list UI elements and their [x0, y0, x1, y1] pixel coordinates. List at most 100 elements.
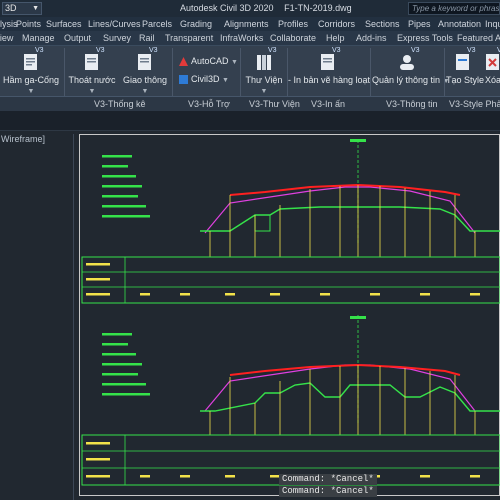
chevron-down-icon: ▼ — [88, 88, 96, 95]
ribbon-tab-row-2: View Manage Output Survey Rail Transpare… — [0, 31, 500, 46]
civil3d-button[interactable]: Civil3D ▼ — [178, 74, 229, 85]
print-document-icon — [321, 54, 334, 70]
tab-express-tools[interactable]: Express Tools — [397, 33, 453, 43]
tao-style-button[interactable]: Tạo Style V3 — [446, 47, 484, 85]
in-ban-ve-label: - In bản vẽ hàng loạt — [288, 75, 371, 85]
tab-add-ins[interactable]: Add-ins — [356, 33, 387, 43]
search-input[interactable]: Type a keyword or phrase — [408, 2, 500, 15]
section-1-notes — [102, 155, 150, 218]
workspace-dropdown[interactable]: 3D ▼ — [2, 2, 42, 15]
v3-badge: V3 — [35, 47, 44, 54]
section-2-station-label — [350, 316, 366, 319]
tab-output[interactable]: Output — [64, 33, 91, 43]
v3-badge: V3 — [332, 47, 341, 54]
thu-vien-label: Thư Viện — [245, 75, 283, 85]
library-icon — [257, 55, 271, 70]
app-name: Autodesk Civil 3D 2020 — [180, 3, 274, 13]
search-placeholder: Type a keyword or phrase — [412, 4, 500, 13]
tab-alignments[interactable]: Alignments — [224, 19, 269, 29]
v3-badge: V3 — [149, 47, 158, 54]
thu-vien-button[interactable]: Thư Viện ▼ V3 — [244, 47, 284, 95]
v3-document-icon — [138, 54, 151, 70]
tab-profiles[interactable]: Profiles — [278, 19, 308, 29]
tab-transparent[interactable]: Transparent — [165, 33, 213, 43]
thoat-nuoc-label: Thoát nước — [68, 75, 116, 85]
v3-badge: V3 — [96, 47, 105, 54]
v3-badge: V3 — [467, 47, 476, 54]
cross-section-sheet — [79, 134, 500, 496]
chevron-down-icon: ▼ — [27, 88, 35, 95]
section-1-station-ticks — [209, 185, 476, 257]
group-thu-vien: V3-Thư Viện — [249, 99, 300, 109]
style-icon — [456, 54, 469, 70]
tab-featured-apps[interactable]: Featured App — [457, 33, 500, 43]
group-style: V3-Style Phải C — [449, 99, 500, 109]
ribbon-group-labels: V3-Thống kê V3-Hỗ Trợ V3-Thư Viện V3-In … — [0, 96, 500, 111]
xoa-button[interactable]: Xóa V3 — [482, 47, 500, 85]
autocad-button[interactable]: AutoCAD ▼ — [178, 56, 238, 67]
v3-document-icon — [24, 54, 37, 70]
title-bar: 3D ▼ Autodesk Civil 3D 2020 F1-TN-2019.d… — [0, 0, 500, 17]
command-history-line-1: Command: *Cancel* — [279, 474, 377, 485]
tab-inquiry[interactable]: Inqu — [485, 19, 500, 29]
ham-ga-cong-button[interactable]: Hầm ga-Cống ▼ V3 — [2, 47, 60, 95]
chevron-down-icon: ▼ — [222, 77, 229, 84]
tab-survey[interactable]: Survey — [103, 33, 131, 43]
delete-style-icon — [486, 54, 499, 70]
chevron-down-icon: ▼ — [260, 88, 268, 95]
autocad-icon — [179, 57, 188, 67]
section-1-station-label — [350, 139, 366, 142]
visual-style-label[interactable]: Wireframe] — [1, 134, 45, 144]
section-1 — [81, 139, 500, 304]
civil3d-window: 3D ▼ Autodesk Civil 3D 2020 F1-TN-2019.d… — [0, 0, 500, 500]
thoat-nuoc-button[interactable]: Thoát nước ▼ V3 — [68, 47, 116, 95]
section-2-design-surface — [229, 363, 461, 376]
tab-annotation[interactable]: Annotation — [438, 19, 481, 29]
section-1-data-table — [81, 256, 500, 304]
tab-lines-curves[interactable]: Lines/Curves — [88, 19, 141, 29]
section-2-notes — [102, 333, 150, 396]
v3-document-icon — [85, 54, 98, 70]
section-1-trench — [254, 215, 271, 232]
ribbon-tab-row-1: lysis Points Surfaces Lines/Curves Parce… — [0, 17, 500, 31]
tab-points[interactable]: Points — [16, 19, 41, 29]
group-ho-tro: V3-Hỗ Trợ — [188, 99, 230, 109]
chevron-down-icon: ▼ — [141, 88, 149, 95]
chevron-down-icon: ▼ — [32, 5, 39, 12]
section-2 — [81, 315, 500, 486]
civil3d-icon — [179, 75, 188, 85]
tab-help[interactable]: Help — [326, 33, 345, 43]
command-history-line-2: Command: *Cancel* — [279, 486, 377, 497]
tab-rail[interactable]: Rail — [139, 33, 155, 43]
tab-pipes[interactable]: Pipes — [408, 19, 431, 29]
tab-corridors[interactable]: Corridors — [318, 19, 355, 29]
tab-sections[interactable]: Sections — [365, 19, 400, 29]
tab-manage[interactable]: Manage — [22, 33, 55, 43]
section-1-design-surface — [229, 183, 461, 196]
viewport-divider — [73, 134, 74, 500]
giao-thong-button[interactable]: Giao thông ▼ V3 — [120, 47, 170, 95]
group-thong-tin: V3-Thông tin — [386, 99, 438, 109]
tab-collaborate[interactable]: Collaborate — [270, 33, 316, 43]
tab-analysis[interactable]: lysis — [0, 19, 18, 29]
cross-section-drawing — [81, 139, 500, 486]
group-thong-ke: V3-Thống kê — [94, 99, 146, 109]
v3-badge: V3 — [268, 47, 277, 54]
tab-infraworks[interactable]: InfraWorks — [220, 33, 263, 43]
in-ban-ve-hang-loat-button[interactable]: - In bản vẽ hàng loạt V3 — [288, 47, 371, 85]
file-name: F1-TN-2019.dwg — [284, 3, 352, 13]
tab-view[interactable]: View — [0, 33, 13, 43]
ham-ga-cong-label: Hầm ga-Cống — [2, 75, 60, 85]
tab-parcels[interactable]: Parcels — [142, 19, 172, 29]
group-in-an: V3-In ấn — [311, 99, 346, 109]
chevron-down-icon: ▼ — [231, 59, 238, 66]
tab-surfaces[interactable]: Surfaces — [46, 19, 82, 29]
workspace-label: 3D — [5, 3, 17, 13]
v3-badge: V3 — [411, 47, 420, 54]
xoa-label: Xóa — [484, 75, 500, 85]
tao-style-label: Tạo Style — [446, 75, 485, 85]
quan-ly-label: Quản lý thông tin — [372, 75, 441, 85]
tab-grading[interactable]: Grading — [180, 19, 212, 29]
viewport-header-strip — [0, 111, 500, 131]
quan-ly-thong-tin-button[interactable]: Quản lý thông tin ▼ V3 — [372, 47, 450, 85]
